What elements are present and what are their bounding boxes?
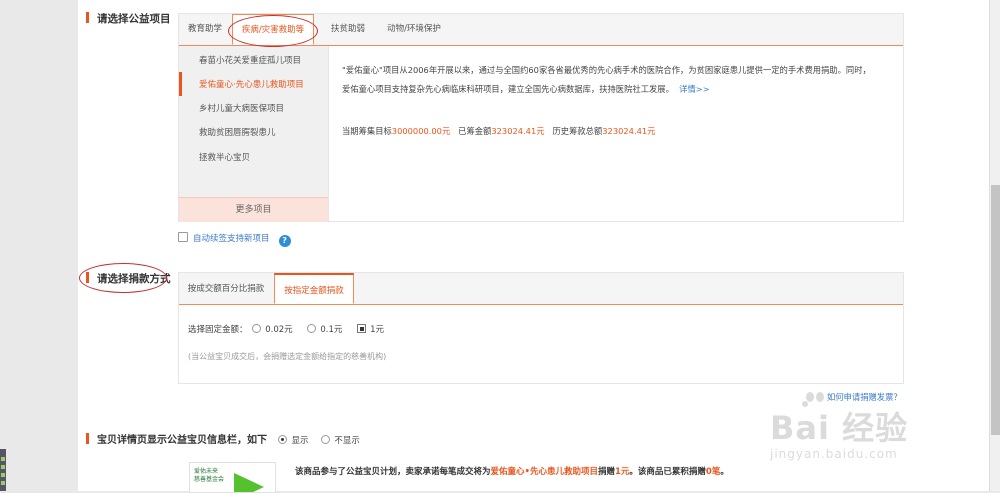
target-value: 3000000.00元 — [391, 126, 451, 136]
donation-tabs: 按成交额百分比捐款 按指定金额捐款 — [179, 273, 903, 305]
annotation-oval-category — [228, 15, 318, 47]
target-label: 当期筹集目标 — [342, 126, 392, 136]
show-label: 显示 — [291, 436, 309, 446]
amount-label-002: 0.02元 — [265, 325, 293, 335]
watermark-brand: Bai 经验 — [770, 409, 909, 447]
project-stats: 当期筹集目标3000000.00元 已筹金额323024.41元 历史筹款总额3… — [342, 125, 655, 137]
auto-renew-row: 自动续签支持新项目? — [178, 232, 291, 247]
tab-fixed-donation[interactable]: 按指定金额捐款 — [274, 273, 354, 304]
active-project-marker — [179, 72, 182, 96]
project-list: 春苗小花关爱重症孤儿项目 爱佑童心·先心患儿救助项目 乡村儿童大病医保项目 救助… — [179, 46, 329, 222]
promo-project-name: 爱佑童心•先心患儿救助项目 — [490, 467, 598, 477]
radio-01[interactable] — [307, 324, 317, 333]
charity-badge-image: 爱佑未来 慈善基金会 — [189, 462, 276, 493]
section-title-project: 请选择公益项目 — [86, 11, 171, 26]
promo-suffix: 。该商品已累积捐赠 — [629, 467, 706, 477]
section-marker — [86, 12, 89, 23]
detail-display-row: 宝贝详情页显示公益宝贝信息栏，如下 显示 不显示 — [86, 431, 360, 446]
amount-option-01[interactable]: 0.1元 — [305, 324, 343, 335]
section-marker — [86, 433, 89, 444]
raised-label: 已筹金额 — [458, 126, 492, 136]
promo-text: 该商品参与了公益宝贝计划，卖家承诺每笔成交将为爱佑童心•先心患儿救助项目捐赠1元… — [295, 465, 729, 477]
project-item-chunmiao[interactable]: 春苗小花关爱重症孤儿项目 — [199, 54, 301, 66]
widget-dot — [1, 481, 5, 485]
hide-label: 不显示 — [334, 436, 360, 446]
amount-label-1: 1元 — [370, 325, 385, 335]
radio-002[interactable] — [252, 324, 262, 333]
help-icon[interactable]: ? — [278, 235, 291, 247]
promo-amount: 1元 — [614, 467, 630, 477]
amount-label-01: 0.1元 — [320, 325, 343, 335]
radio-1-selected[interactable] — [357, 324, 367, 333]
scrollbar-thumb[interactable] — [991, 185, 1000, 435]
fixed-amount-note: (当公益宝贝成交后，会捐赠选定金额给指定的慈善机构) — [188, 352, 387, 361]
promo-mid: 捐赠 — [597, 467, 615, 477]
annotation-oval-donation — [79, 263, 167, 293]
project-item-aiyou-heart[interactable]: 爱佑童心·先心患儿救助项目 — [199, 78, 304, 90]
auto-renew-checkbox[interactable] — [178, 232, 188, 242]
section-title-text: 宝贝详情页显示公益宝贝信息栏，如下 — [97, 435, 267, 446]
project-item-half-heart[interactable]: 拯救半心宝贝 — [199, 151, 250, 163]
baidu-watermark: Bai 经验 jingyan.baidu.com — [770, 387, 980, 467]
more-projects-button[interactable]: 更多项目 — [179, 197, 328, 222]
details-link[interactable]: 详情>> — [679, 84, 710, 94]
section-title-text: 请选择公益项目 — [97, 13, 171, 25]
project-item-rural-medical[interactable]: 乡村儿童大病医保项目 — [199, 102, 284, 114]
watermark-url: jingyan.baidu.com — [770, 447, 898, 461]
fixed-amount-label: 选择固定金额： — [188, 325, 248, 335]
donation-method-panel: 按成交额百分比捐款 按指定金额捐款 选择固定金额： 0.02元 0.1元 1元 … — [178, 272, 904, 384]
raised-value: 323024.41元 — [491, 126, 545, 136]
tab-poverty[interactable]: 扶贫助弱 — [319, 14, 377, 45]
widget-dot — [1, 465, 5, 469]
widget-dot — [1, 457, 5, 461]
tab-education[interactable]: 教育助学 — [179, 14, 231, 45]
project-description: "爱佑童心"项目从2006年开展以来，通过与全国约60家各省最优秀的先心病手术的… — [342, 61, 894, 99]
widget-dot — [1, 473, 5, 477]
description-line-2: 爱佑童心项目支持复杂先心病临床科研项目，建立全国先心病数据库，扶持医院社工发展。 — [342, 84, 674, 94]
tab-animal-environment[interactable]: 动物/环境保护 — [379, 14, 449, 45]
auto-renew-label[interactable]: 自动续签支持新项目 — [193, 234, 270, 244]
fixed-amount-row: 选择固定金额： 0.02元 0.1元 1元 — [188, 323, 394, 335]
total-value: 323024.41元 — [602, 126, 656, 136]
tab-percentage-donation[interactable]: 按成交额百分比捐款 — [179, 273, 273, 304]
total-label: 历史筹款总额 — [552, 126, 603, 136]
promo-count: 0笔 — [705, 467, 721, 477]
project-item-cleft-lip[interactable]: 救助贫困唇腭裂患儿 — [199, 126, 276, 138]
amount-option-002[interactable]: 0.02元 — [250, 324, 293, 335]
radio-hide[interactable] — [321, 435, 331, 444]
vertical-scrollbar[interactable] — [989, 0, 1000, 491]
amount-option-1[interactable]: 1元 — [355, 324, 385, 335]
badge-arrow-shape — [234, 473, 264, 492]
side-widget — [0, 449, 6, 491]
promo-prefix: 该商品参与了公益宝贝计划，卖家承诺每笔成交将为 — [295, 467, 491, 477]
badge-text: 爱佑未来 慈善基金会 — [194, 468, 225, 483]
radio-show[interactable] — [278, 435, 288, 444]
description-line-1: "爱佑童心"项目从2006年开展以来，通过与全国约60家各省最优秀的先心病手术的… — [342, 65, 871, 75]
promo-end: 。 — [720, 467, 729, 477]
